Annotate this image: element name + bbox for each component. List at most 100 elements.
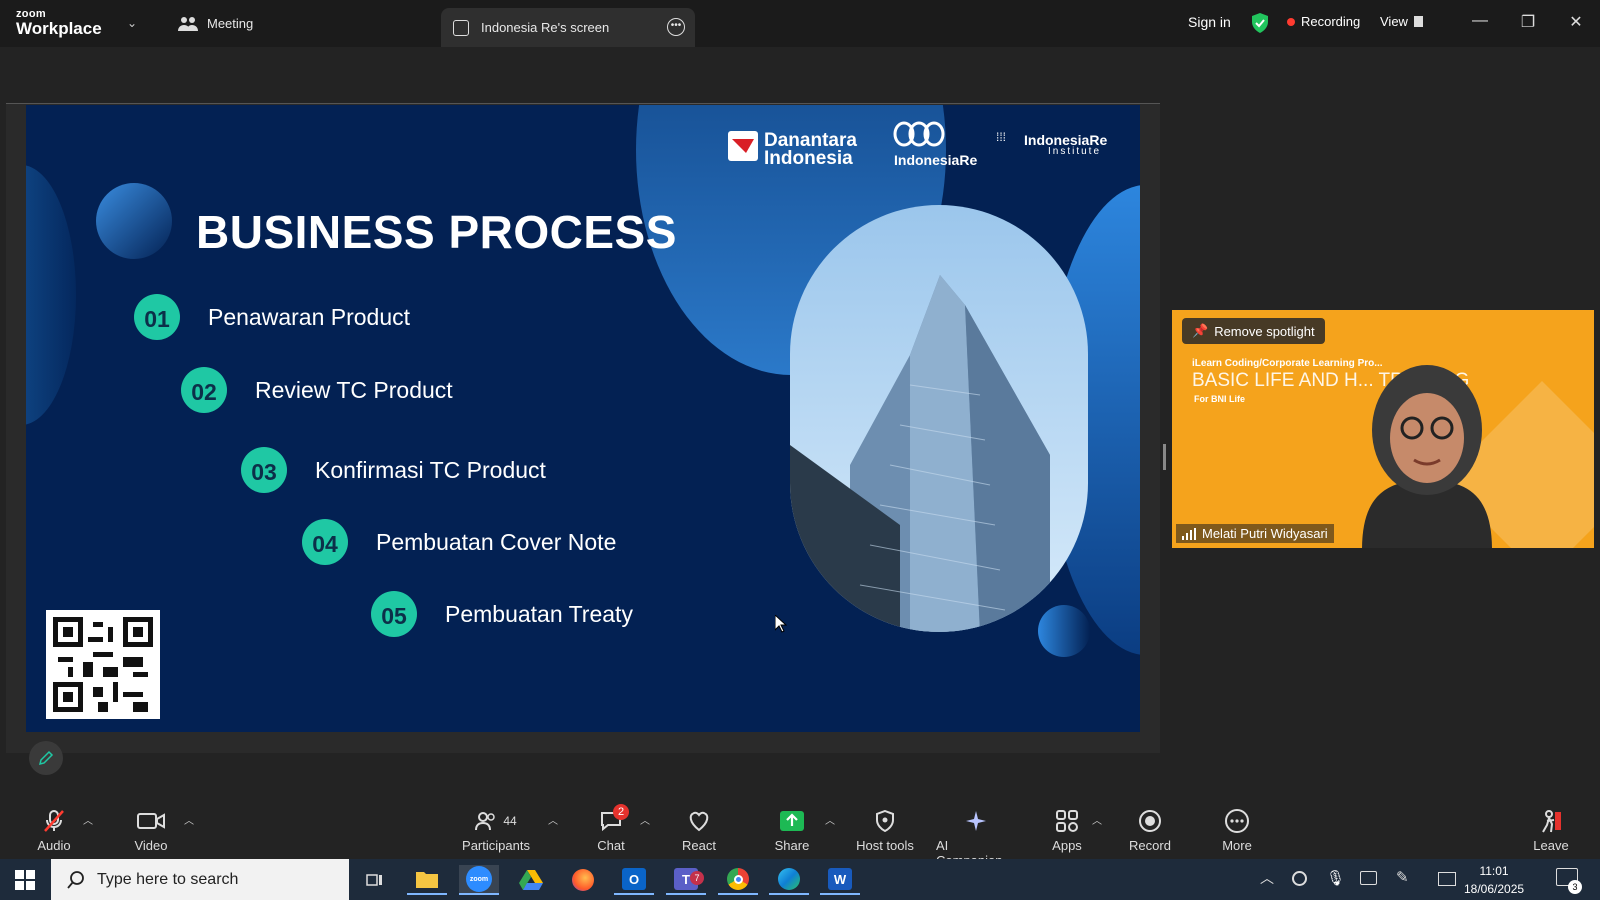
minimize-icon[interactable]: — (1468, 12, 1492, 32)
microphone-tray-icon[interactable]: 🎙 (1326, 869, 1345, 887)
participant-name: Melati Putri Widyasari (1202, 526, 1328, 541)
participant-video-tile[interactable]: iLearn Coding/Corporate Learning Pro... … (1172, 310, 1594, 548)
firefox-icon[interactable] (563, 865, 603, 895)
share-options-caret-icon[interactable]: ︿ (825, 812, 835, 827)
taskbar-clock[interactable]: 11:01 18/06/2025 (1464, 862, 1524, 898)
institute-logo-subtext: Institute (1048, 146, 1102, 157)
shield-icon (875, 808, 895, 834)
decor-circle-small (1038, 605, 1090, 657)
windows-start-icon[interactable] (15, 870, 35, 895)
teams-icon[interactable]: T7 (666, 865, 706, 895)
react-button[interactable]: React (659, 808, 739, 853)
more-label: More (1222, 838, 1252, 853)
participants-button[interactable]: 44 Participants (456, 808, 536, 853)
chrome-icon[interactable] (718, 865, 758, 895)
record-tray-icon[interactable] (1292, 871, 1307, 886)
indonesiare-logo-icon (892, 121, 946, 152)
qr-code (46, 610, 160, 719)
share-button[interactable]: Share (752, 808, 832, 853)
tab-meeting[interactable]: Meeting (178, 0, 253, 47)
restore-icon[interactable]: ❐ (1516, 12, 1540, 32)
chat-button[interactable]: 2 Chat (571, 804, 651, 853)
logo-big-text: Workplace (16, 19, 102, 38)
annotate-pen-icon[interactable] (29, 741, 63, 775)
sparkle-icon (964, 808, 988, 834)
danantara-logo-icon (728, 131, 758, 161)
taskbar-search-box[interactable]: Type here to search (51, 859, 349, 900)
view-button[interactable]: View (1380, 14, 1423, 29)
step-number: 03 (241, 447, 287, 493)
chevron-down-icon[interactable]: ⌄ (127, 16, 137, 30)
chat-options-caret-icon[interactable]: ︿ (640, 812, 650, 827)
edge-icon[interactable] (769, 865, 809, 895)
share-label: Share (774, 838, 810, 853)
leave-button[interactable]: Leave (1511, 808, 1591, 853)
process-step: 05 Pembuatan Treaty (371, 591, 633, 637)
record-icon (1138, 808, 1162, 834)
display-tray-icon[interactable] (1360, 871, 1377, 885)
step-label: Pembuatan Cover Note (376, 528, 617, 555)
apps-icon (1055, 808, 1079, 834)
google-drive-icon[interactable] (511, 865, 551, 895)
host-tools-label: Host tools (856, 838, 914, 853)
step-label: Review TC Product (255, 376, 453, 403)
danantara-logo-text-2: Indonesia (764, 148, 853, 169)
zoom-workplace-logo[interactable]: zoom Workplace (16, 9, 102, 38)
leave-label: Leave (1533, 838, 1569, 853)
search-placeholder: Type here to search (97, 870, 239, 888)
audio-options-caret-icon[interactable]: ︿ (83, 812, 93, 827)
record-button[interactable]: Record (1110, 808, 1190, 853)
mouse-cursor-icon (774, 613, 788, 638)
participants-count: 44 (503, 814, 517, 828)
signal-strength-icon (1182, 527, 1196, 540)
more-options-icon[interactable]: ••• (667, 18, 685, 36)
word-icon[interactable]: W (820, 865, 860, 895)
recording-label: Recording (1301, 14, 1361, 29)
touch-keyboard-icon[interactable] (1438, 872, 1456, 886)
panel-resize-handle[interactable] (1163, 444, 1166, 470)
chat-label: Chat (597, 838, 625, 853)
decor-circle (96, 183, 172, 259)
task-view-icon[interactable] (355, 865, 395, 895)
presentation-slide: BUSINESS PROCESS 01 Penawaran Product 02… (26, 105, 1140, 732)
participants-label: Participants (462, 838, 530, 853)
camera-icon (137, 808, 165, 834)
clock-date: 18/06/2025 (1464, 882, 1525, 896)
recording-indicator[interactable]: Recording (1287, 14, 1360, 29)
step-number: 05 (371, 591, 417, 637)
sign-in-link[interactable]: Sign in (1188, 14, 1231, 30)
decor-arc (26, 165, 76, 425)
audio-button[interactable]: Audio (14, 808, 94, 853)
notifications-count: 3 (1568, 880, 1582, 894)
apps-label: Apps (1052, 838, 1082, 853)
apps-options-caret-icon[interactable]: ︿ (1092, 812, 1102, 827)
file-explorer-icon[interactable] (407, 865, 447, 895)
microphone-muted-icon (43, 808, 65, 834)
institute-dots-icon: ⁞⁞⁞ (996, 130, 1007, 144)
video-label: Video (134, 838, 168, 853)
show-hidden-icons-icon[interactable]: ︿ (1260, 868, 1274, 888)
participants-options-caret-icon[interactable]: ︿ (548, 812, 558, 827)
step-label: Pembuatan Treaty (445, 600, 633, 627)
slide-title: BUSINESS PROCESS (196, 206, 677, 258)
more-button[interactable]: More (1197, 808, 1277, 853)
shield-check-icon[interactable] (1250, 12, 1270, 39)
pin-icon: 📌 (1192, 323, 1209, 338)
more-dots-icon (1224, 808, 1250, 834)
participants-icon: 44 (475, 808, 517, 834)
zoom-app-icon[interactable]: zoom (459, 865, 499, 895)
tab-share[interactable]: Indonesia Re's screen ••• (441, 8, 695, 47)
host-tools-button[interactable]: Host tools (845, 808, 925, 853)
remove-spotlight-label: Remove spotlight (1214, 323, 1315, 339)
video-options-caret-icon[interactable]: ︿ (184, 812, 194, 827)
participant-name-label: Melati Putri Widyasari (1176, 524, 1334, 543)
search-icon (67, 870, 84, 889)
remove-spotlight-button[interactable]: 📌 Remove spotlight (1182, 318, 1325, 344)
video-button[interactable]: Video (111, 808, 191, 853)
outlook-icon[interactable]: O (614, 865, 654, 895)
step-label: Penawaran Product (208, 303, 411, 330)
pen-tray-icon[interactable]: ✎ (1396, 868, 1409, 886)
leave-icon (1540, 808, 1562, 834)
teams-badge: 7 (690, 871, 704, 885)
close-icon[interactable]: ✕ (1564, 12, 1588, 32)
